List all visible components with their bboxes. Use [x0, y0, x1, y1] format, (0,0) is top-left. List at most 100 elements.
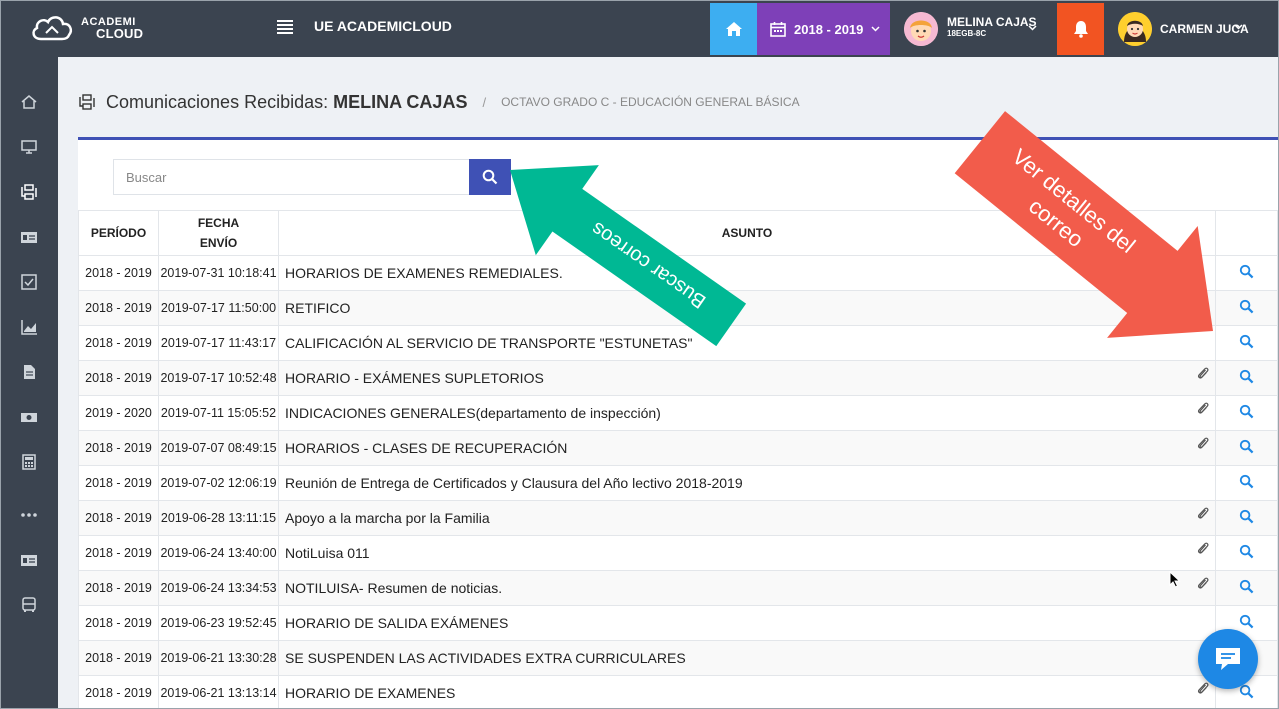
row-date: 2019-06-24 13:34:53	[158, 570, 279, 606]
student-avatar	[904, 12, 938, 46]
notifications-button[interactable]	[1057, 3, 1104, 55]
search-icon[interactable]	[1239, 439, 1254, 454]
monitor-icon[interactable]	[19, 137, 39, 157]
breadcrumb-separator: /	[482, 94, 487, 110]
student-course: 18EGB-8C	[947, 29, 987, 38]
search-icon[interactable]	[1239, 299, 1254, 314]
home-button[interactable]	[710, 3, 757, 55]
search-icon[interactable]	[1239, 474, 1254, 489]
inbox-exchange-icon	[79, 94, 95, 110]
row-subject-cell: HORARIO DE SALIDA EXÁMENES	[278, 605, 1216, 641]
search-icon[interactable]	[1239, 544, 1254, 559]
table-row[interactable]: 2018 - 2019 2019-06-23 19:52:45 HORARIO DE…	[78, 605, 1278, 641]
school-year-selector[interactable]: 2018 - 2019	[757, 3, 890, 55]
search-input[interactable]	[113, 159, 470, 195]
view-details-button[interactable]	[1215, 570, 1278, 606]
home-icon[interactable]	[19, 92, 39, 112]
search-icon[interactable]	[1239, 684, 1254, 699]
messages-table: PERÍODO FECHA ENVÍO ASUNTO 2018 - 2019 20…	[78, 210, 1278, 708]
table-row[interactable]: 2019 - 2020 2019-07-11 15:05:52 INDICACION…	[78, 395, 1278, 431]
view-details-button[interactable]	[1215, 535, 1278, 571]
row-period: 2018 - 2019	[78, 290, 159, 326]
table-row[interactable]: 2018 - 2019 2019-07-17 10:52:48 HORARIO - …	[78, 360, 1278, 396]
paperclip-icon	[1198, 367, 1209, 379]
table-row[interactable]: 2018 - 2019 2019-07-02 12:06:19 Reunión de…	[78, 465, 1278, 501]
table-row[interactable]: 2018 - 2019 2019-07-17 11:50:00 RETIFICO	[78, 290, 1278, 326]
search-icon[interactable]	[1239, 369, 1254, 384]
page-title: Comunicaciones Recibidas:	[106, 91, 329, 112]
id-card-icon[interactable]	[19, 227, 39, 247]
column-header-period[interactable]: PERÍODO	[78, 210, 159, 256]
top-bar: ACADEMI CLOUD UE ACADEMICLOUD 2018 - 201…	[1, 1, 1278, 57]
page-header: Comunicaciones Recibidas: MELINA CAJAS /…	[78, 90, 800, 114]
view-details-button[interactable]	[1215, 500, 1278, 536]
logo[interactable]: ACADEMI CLOUD	[29, 11, 159, 47]
row-subject: HORARIO DE SALIDA EXÁMENES	[285, 615, 509, 631]
row-subject: Reunión de Entrega de Certificados y Cla…	[285, 475, 743, 491]
view-details-button[interactable]	[1215, 255, 1278, 291]
chevron-down-icon	[871, 26, 880, 32]
view-details-button[interactable]	[1215, 290, 1278, 326]
row-period: 2018 - 2019	[78, 605, 159, 641]
row-period: 2018 - 2019	[78, 430, 159, 466]
row-date: 2019-07-02 12:06:19	[158, 465, 279, 501]
id-card-icon[interactable]	[19, 550, 39, 570]
money-icon[interactable]	[19, 407, 39, 427]
table-row[interactable]: 2018 - 2019 2019-06-24 13:40:00 NotiLuisa …	[78, 535, 1278, 571]
search-icon	[482, 169, 498, 185]
more-icon[interactable]	[19, 505, 39, 525]
chevron-down-icon	[1234, 24, 1243, 30]
search-button[interactable]	[469, 159, 511, 195]
search-icon[interactable]	[1239, 509, 1254, 524]
table-row[interactable]: 2018 - 2019 2019-06-21 13:13:14 HORARIO DE…	[78, 675, 1278, 708]
row-subject-cell: HORARIOS DE EXAMENES REMEDIALES.	[278, 255, 1216, 291]
search-icon[interactable]	[1239, 579, 1254, 594]
table-row[interactable]: 2018 - 2019 2019-06-24 13:34:53 NOTILUISA-…	[78, 570, 1278, 606]
column-header-date[interactable]: FECHA ENVÍO	[158, 210, 279, 256]
row-subject-cell: HORARIOS - CLASES DE RECUPERACIÓN	[278, 430, 1216, 466]
row-subject-cell: Apoyo a la marcha por la Familia	[278, 500, 1216, 536]
messages-panel: PERÍODO FECHA ENVÍO ASUNTO 2018 - 201920…	[78, 137, 1278, 708]
view-details-button[interactable]	[1215, 325, 1278, 361]
paperclip-icon	[1198, 577, 1209, 589]
row-date: 2019-07-11 15:05:52	[158, 395, 279, 431]
row-date: 2019-06-21 13:13:14	[158, 675, 279, 708]
row-date: 2019-07-31 10:18:41	[158, 255, 279, 291]
view-details-button[interactable]	[1215, 465, 1278, 501]
app-window: ACADEMI CLOUD UE ACADEMICLOUD 2018 - 201…	[0, 0, 1279, 709]
view-details-button[interactable]	[1215, 360, 1278, 396]
calculator-icon[interactable]	[19, 452, 39, 472]
row-subject: HORARIO - EXÁMENES SUPLETORIOS	[285, 370, 544, 386]
cloud-logo-icon	[32, 16, 72, 41]
table-row[interactable]: 2018 - 2019 2019-07-31 10:18:41 HORARIOS D…	[78, 255, 1278, 291]
student-selector[interactable]: MELINA CAJAS 18EGB-8C	[890, 3, 1057, 55]
checklist-icon[interactable]	[19, 272, 39, 292]
row-period: 2018 - 2019	[78, 640, 159, 676]
view-details-button[interactable]	[1215, 395, 1278, 431]
row-subject-cell: RETIFICO	[278, 290, 1216, 326]
row-date: 2019-07-17 10:52:48	[158, 360, 279, 396]
table-row[interactable]: 2018 - 2019 2019-07-17 11:43:17 CALIFICACI…	[78, 325, 1278, 361]
document-icon[interactable]	[19, 362, 39, 382]
inbox-exchange-icon[interactable]	[19, 182, 39, 202]
column-header-subject[interactable]: ASUNTO	[278, 210, 1216, 256]
row-period: 2019 - 2020	[78, 395, 159, 431]
search-icon[interactable]	[1239, 334, 1254, 349]
user-avatar	[1118, 12, 1152, 46]
table-row[interactable]: 2018 - 2019 2019-06-28 13:11:15 Apoyo a la…	[78, 500, 1278, 536]
column-header-date-line2: ENVÍO	[199, 236, 238, 250]
search-icon[interactable]	[1239, 404, 1254, 419]
view-details-button[interactable]	[1215, 430, 1278, 466]
row-subject: SE SUSPENDEN LAS ACTIVIDADES EXTRA CURRI…	[285, 650, 686, 666]
row-period: 2018 - 2019	[78, 500, 159, 536]
hamburger-menu-icon[interactable]	[275, 17, 295, 37]
user-menu[interactable]: CARMEN JUCA	[1104, 3, 1278, 55]
search-icon[interactable]	[1239, 614, 1254, 629]
row-subject-cell: INDICACIONES GENERALES(departamento de i…	[278, 395, 1216, 431]
chart-icon[interactable]	[19, 317, 39, 337]
search-icon[interactable]	[1239, 264, 1254, 279]
chat-button[interactable]	[1198, 629, 1258, 689]
table-row[interactable]: 2018 - 2019 2019-07-07 08:49:15 HORARIOS -…	[78, 430, 1278, 466]
table-row[interactable]: 2018 - 2019 2019-06-21 13:30:28 SE SUSPEND…	[78, 640, 1278, 676]
bus-icon[interactable]	[19, 595, 39, 615]
